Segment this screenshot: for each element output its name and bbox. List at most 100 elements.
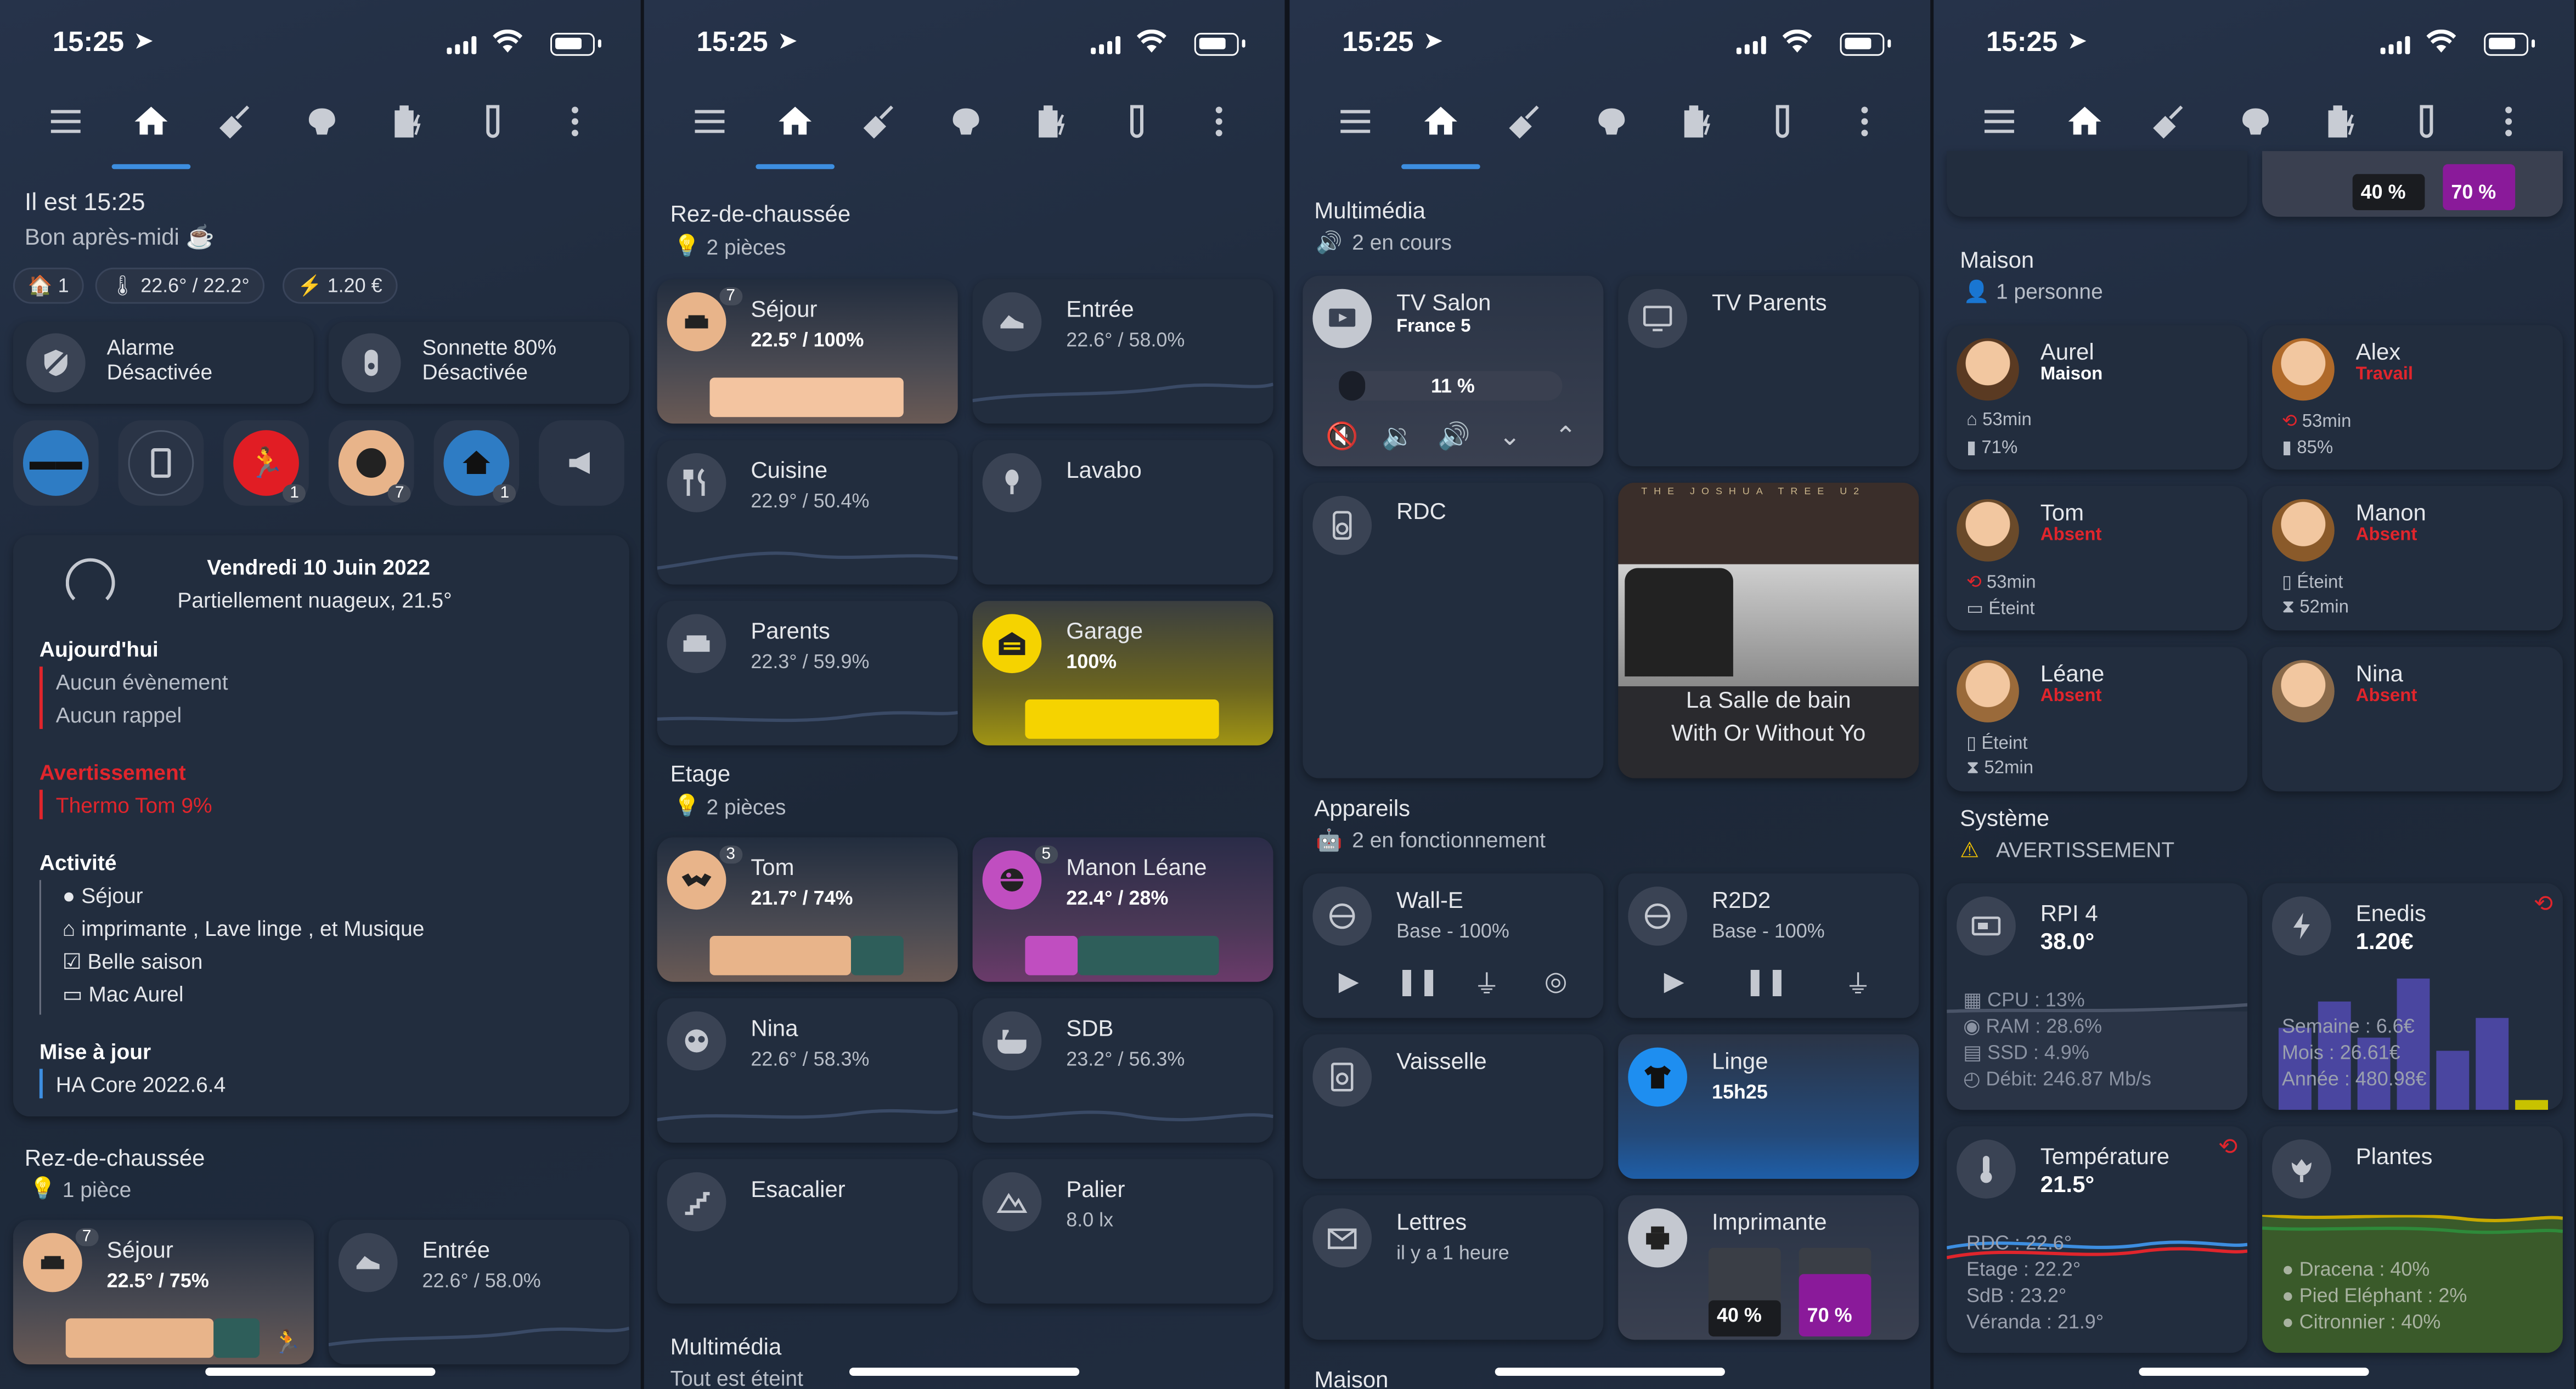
system-card-plantes[interactable]: Plantes ● Dracena : 40% ● Pied Eléphant … — [2262, 1126, 2563, 1353]
play-icon[interactable]: ▶ — [1651, 959, 1697, 1005]
broom-tab-icon[interactable] — [2150, 102, 2190, 142]
activity-item[interactable]: ● Séjour — [63, 883, 143, 908]
activity-item[interactable]: ▭ Mac Aurel — [63, 982, 184, 1008]
system-card-rpi[interactable]: RPI 4 38.0° ▦ CPU : 13% ◉ RAM : 28.6% ▤ … — [1947, 883, 2248, 1110]
target-icon[interactable]: ◎ — [1533, 959, 1579, 1005]
volume-up-icon[interactable]: 🔊 — [1431, 414, 1477, 460]
device-card-linge[interactable]: Linge 15h25 — [1618, 1034, 1919, 1179]
room-card-sejour[interactable]: 7 Séjour 22.5° / 100% — [657, 279, 958, 424]
activity-rule — [39, 880, 41, 1015]
megaphone-button[interactable] — [539, 420, 624, 506]
system-card-temperature[interactable]: ⟲ Température 21.5° RDC : 22.6° Etage : … — [1947, 1126, 2248, 1353]
person-card-tom[interactable]: Tom Absent ⟲ 53min ▭ Éteint — [1947, 485, 2248, 631]
home-tab-icon[interactable] — [1421, 102, 1461, 142]
pause-icon[interactable]: ❚❚ — [1395, 959, 1441, 1005]
person-card-manon[interactable]: Manon Absent ▯ Éteint ⧗ 52min — [2262, 485, 2563, 631]
test-tube-tab-icon[interactable] — [473, 102, 512, 142]
room-card-garage[interactable]: Garage 100% — [972, 601, 1273, 746]
home-tab-icon[interactable] — [132, 102, 171, 142]
pause-icon[interactable]: ❚❚ — [1743, 959, 1789, 1005]
brain-tab-icon[interactable] — [302, 102, 342, 142]
activity-item[interactable]: ⌂ imprimante , Lave linge , et Musique — [63, 916, 425, 941]
device-card-r2d2[interactable]: R2D2 Base - 100% ▶ ❚❚ ⏚ — [1618, 873, 1919, 1018]
room-card-nina[interactable]: Nina 22.6° / 58.3% — [657, 998, 958, 1143]
brain-small-icon: ● — [62, 883, 82, 908]
menu-icon[interactable] — [1335, 102, 1375, 142]
test-tube-tab-icon[interactable] — [1117, 102, 1157, 142]
person-card-nina[interactable]: Nina Absent — [2262, 647, 2563, 792]
battery-charging-tab-icon[interactable] — [2321, 102, 2361, 142]
media-card-tv-parents[interactable]: TV Parents — [1618, 275, 1919, 466]
battery-charging-tab-icon[interactable] — [1677, 102, 1717, 142]
room-card-parents[interactable]: Parents 22.3° / 59.9% — [657, 601, 958, 746]
chevron-up-icon[interactable]: ⌃ — [1543, 414, 1589, 460]
home-tab-icon[interactable] — [2065, 102, 2105, 142]
door-button[interactable] — [118, 420, 204, 506]
menu-icon[interactable] — [46, 102, 86, 142]
chip-temperature[interactable]: 🌡 22.6° / 22.2° — [95, 267, 264, 304]
volume-down-icon[interactable]: 🔉 — [1375, 414, 1421, 460]
room-card-sdb[interactable]: SDB 23.2° / 56.3% — [972, 998, 1273, 1143]
room-card-entree[interactable]: Entrée 22.6° / 58.0% — [328, 1219, 629, 1365]
summary-card: Vendredi 10 Juin 2022 Partiellement nuag… — [13, 535, 629, 1117]
test-tube-tab-icon[interactable] — [1763, 102, 1802, 142]
room-card-manon-leane[interactable]: 5 Manon Léane 22.4° / 28% — [972, 837, 1273, 982]
chip-energy[interactable]: ⚡ 1.20 € — [283, 267, 397, 304]
warning-item[interactable]: Thermo Tom 9% — [56, 793, 212, 818]
room-card-escalier[interactable]: Esacalier — [657, 1159, 958, 1304]
more-icon[interactable] — [555, 102, 595, 142]
media-card-now-playing[interactable]: THE JOSHUA TREE U2 La Salle de bain With… — [1618, 482, 1919, 778]
person-card-alex[interactable]: Alex Travail ⟲ 53min ▮ 85% — [2262, 325, 2563, 470]
device-card-imprimante-partial[interactable]: 40 % 70 % — [2262, 151, 2563, 217]
broom-tab-icon[interactable] — [217, 102, 256, 142]
device-card-vaisselle[interactable]: Vaisselle — [1303, 1034, 1604, 1179]
doorbell-card[interactable]: Sonnette 80% Désactivée — [328, 321, 629, 404]
room-card-lavabo[interactable]: Lavabo — [972, 440, 1273, 585]
play-icon[interactable]: ▶ — [1326, 959, 1372, 1005]
person-card-leane[interactable]: Léane Absent ▯ Éteint ⧗ 52min — [1947, 647, 2248, 792]
media-card-tv-salon[interactable]: TV Salon France 5 11 % 🔇 🔉 🔊 ⌄ ⌃ — [1303, 275, 1604, 466]
brain-tab-icon[interactable] — [946, 102, 986, 142]
update-item[interactable]: HA Core 2022.6.4 — [56, 1072, 226, 1097]
menu-icon[interactable] — [690, 102, 730, 142]
room-card-cuisine[interactable]: Cuisine 22.9° / 50.4% — [657, 440, 958, 585]
history-icon[interactable]: ⟲ — [2218, 1133, 2237, 1161]
device-card-imprimante[interactable]: Imprimante 40 % 70 % — [1618, 1195, 1919, 1340]
more-icon[interactable] — [2489, 102, 2528, 142]
device-card-lettres-partial[interactable] — [1947, 151, 2248, 217]
device-card-walle[interactable]: Wall-E Base - 100% ▶ ❚❚ ⏚ ◎ — [1303, 873, 1604, 1018]
chevron-down-icon[interactable]: ⌄ — [1487, 414, 1533, 460]
more-icon[interactable] — [1199, 102, 1239, 142]
chip-home-count[interactable]: 🏠 1 — [13, 267, 84, 304]
brain-tab-icon[interactable] — [1592, 102, 1631, 142]
battery-charging-tab-icon[interactable] — [388, 102, 427, 142]
plug-icon[interactable]: ⏚ — [1835, 959, 1881, 1005]
broom-tab-icon[interactable] — [1507, 102, 1546, 142]
activity-item[interactable]: ☑ Belle saison — [63, 949, 203, 975]
broom-tab-icon[interactable] — [861, 102, 900, 142]
media-card-rdc[interactable]: RDC — [1303, 482, 1604, 778]
mute-icon[interactable]: 🔇 — [1319, 414, 1365, 460]
menu-icon[interactable] — [1980, 102, 2019, 142]
home-button[interactable]: 1 — [433, 420, 520, 506]
device-card-lettres[interactable]: Lettres il y a 1 heure — [1303, 1195, 1604, 1340]
person-card-aurel[interactable]: Aurel Maison ⌂ 53min ▮ 71% — [1947, 325, 2248, 470]
wifi-icon — [2426, 29, 2456, 53]
battery-charging-tab-icon[interactable] — [1031, 102, 1071, 142]
alarm-card[interactable]: Alarme Désactivée — [13, 321, 314, 404]
room-card-palier[interactable]: Palier 8.0 lx — [972, 1159, 1273, 1304]
home-tab-icon[interactable] — [775, 102, 815, 142]
sunglasses-button[interactable]: ▬▬ — [13, 420, 99, 506]
room-card-sejour[interactable]: 7 Séjour 22.5° / 75% 🏃 — [13, 1219, 314, 1365]
history-icon[interactable]: ⟲ — [2534, 890, 2553, 918]
test-tube-tab-icon[interactable] — [2407, 102, 2447, 142]
more-icon[interactable] — [1845, 102, 1884, 142]
room-card-entree[interactable]: Entrée 22.6° / 58.0% — [972, 279, 1273, 424]
room-card-tom[interactable]: 3 Tom 21.7° / 74% — [657, 837, 958, 982]
system-card-enedis[interactable]: ⟲ Enedis 1.20€ Semaine : 6.6€ Mois : 26.… — [2262, 883, 2563, 1110]
run-button[interactable]: 🏃 1 — [223, 420, 309, 506]
plug-icon[interactable]: ⏚ — [1464, 959, 1510, 1005]
device-name: Linge — [1711, 1047, 1768, 1074]
brain-button[interactable]: 7 — [328, 420, 414, 506]
brain-tab-icon[interactable] — [2236, 102, 2275, 142]
